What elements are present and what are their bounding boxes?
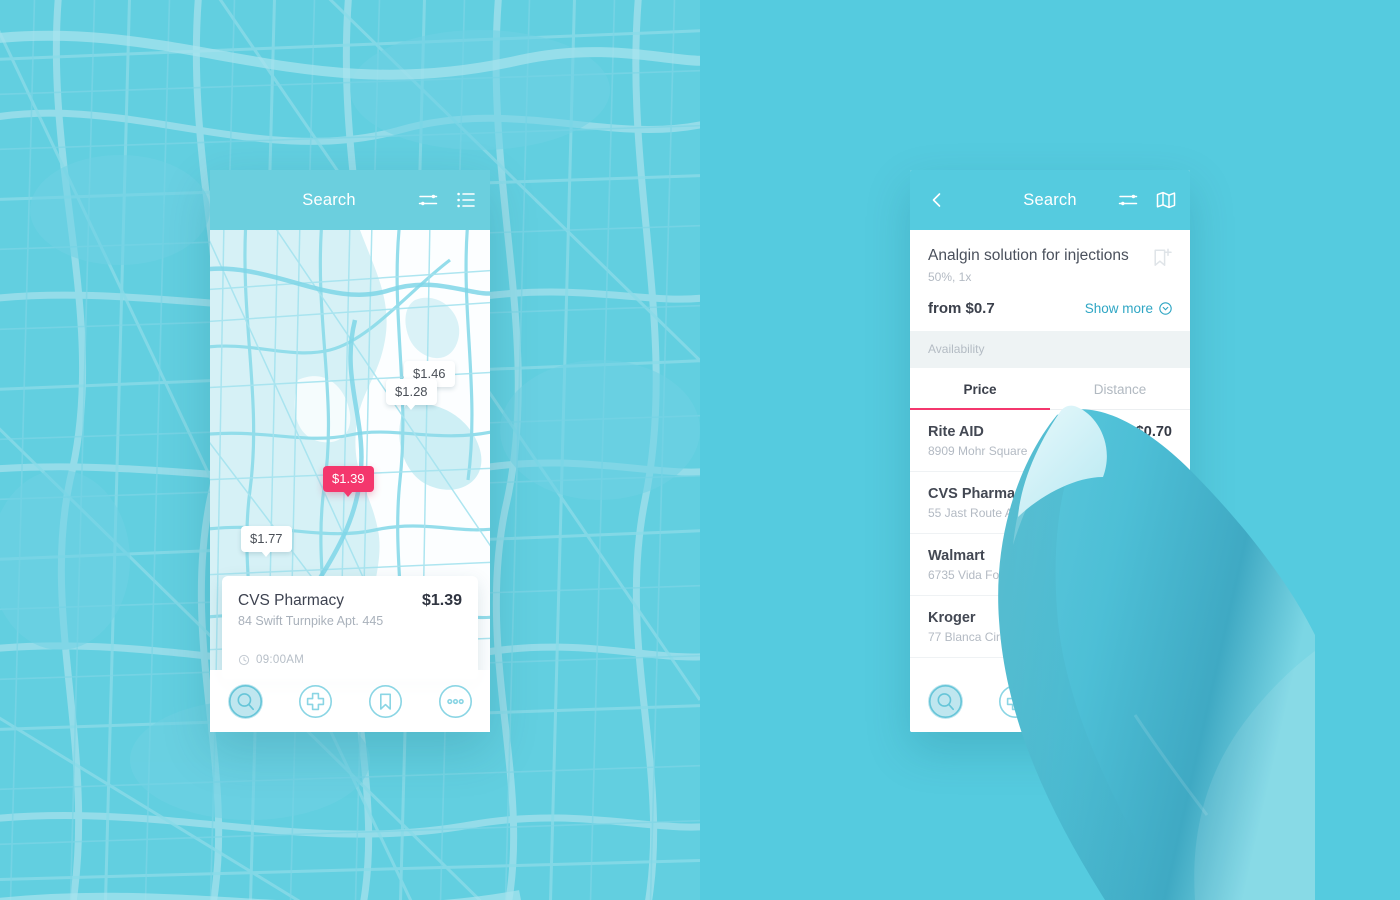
right-bottom-nav [910, 670, 1190, 732]
nav-bookmark-button[interactable] [368, 684, 402, 718]
tab-price-label: Price [963, 382, 997, 398]
tab-active-indicator [910, 408, 1050, 411]
detail-store-address: 84 Swift Turnpike Apt. 445 [238, 614, 384, 628]
nav-pharmacy-button[interactable] [298, 684, 332, 718]
map-pin[interactable]: $1.28 [386, 379, 437, 410]
chevron-left-icon[interactable] [928, 191, 946, 209]
store-price: $0.70 [1135, 424, 1172, 441]
right-phone-mockup: Search Analgin solution for injections 5… [910, 170, 1190, 732]
chevron-down-circle-icon [1159, 302, 1172, 316]
show-more-button[interactable]: Show more [1085, 301, 1172, 316]
product-name: Analgin solution for injections [928, 247, 1129, 264]
map-pin-label: $1.39 [332, 471, 365, 486]
right-header: Search [910, 170, 1190, 230]
tab-price[interactable]: Price [910, 368, 1050, 410]
detail-store-time: 09:00AM [256, 654, 305, 666]
table-row[interactable]: CVS Pharmacy 55 Jast Route Apt. 498 [910, 472, 1190, 535]
store-address: 6735 Vida Forest [928, 568, 1020, 583]
show-more-label: Show more [1084, 301, 1153, 317]
map-pin-selected[interactable]: $1.39 [323, 466, 374, 497]
bookmark-add-icon[interactable] [1154, 248, 1172, 268]
store-detail-card[interactable]: CVS Pharmacy $1.39 84 Swift Turnpike Apt… [222, 576, 478, 680]
availability-section-label: Availability [910, 331, 1190, 369]
nav-bookmark-button[interactable] [1068, 684, 1102, 718]
table-row[interactable]: Walmart 6735 Vida Forest [910, 534, 1190, 597]
nav-search-button[interactable] [227, 683, 263, 719]
sliders-icon[interactable] [1118, 190, 1138, 210]
nav-pharmacy-button[interactable] [998, 684, 1032, 718]
store-name: Walmart [928, 548, 985, 565]
left-header: Search [210, 170, 490, 230]
map-pin[interactable]: $1.77 [241, 526, 292, 557]
store-name: Kroger [928, 610, 976, 627]
detail-store-name: CVS Pharmacy [238, 592, 344, 609]
nav-search-button[interactable] [927, 683, 963, 719]
store-address: 8909 Mohr Square [928, 444, 1028, 459]
table-row[interactable]: Kroger 77 Blanca Circles Suite 013 $0.9 [910, 596, 1190, 659]
product-summary: Analgin solution for injections 50%, 1x … [910, 230, 1190, 332]
availability-text: Availability [928, 342, 985, 357]
sort-tabs: Price Distance [910, 368, 1190, 411]
detail-store-price: $1.39 [421, 592, 462, 609]
map-pin-label: $1.28 [395, 384, 428, 399]
store-name: CVS Pharmacy [928, 486, 1032, 503]
product-dosage: 50%, 1x [928, 270, 972, 285]
tab-distance-label: Distance [1093, 382, 1147, 398]
map-icon[interactable] [1156, 190, 1176, 210]
nav-more-button[interactable] [438, 684, 472, 718]
clock-icon [238, 654, 250, 666]
left-phone-mockup: Search $1.46 $1.28 $1.39 $1.77 CVS Pharm… [210, 170, 490, 732]
store-address: 55 Jast Route Apt. 498 [928, 506, 1050, 521]
nav-more-button[interactable] [1138, 684, 1172, 718]
store-price: $0.9 [1143, 610, 1172, 627]
store-address: 77 Blanca Circles Suite 013 [928, 630, 1076, 645]
product-from-price: from $0.7 [928, 300, 995, 318]
sliders-icon[interactable] [418, 190, 438, 210]
map-pin-label: $1.77 [250, 531, 283, 546]
list-icon[interactable] [456, 190, 476, 210]
store-name: Rite AID [928, 424, 984, 441]
tab-distance[interactable]: Distance [1050, 368, 1190, 410]
table-row[interactable]: Rite AID 8909 Mohr Square $0.70 [910, 410, 1190, 473]
store-list: Rite AID 8909 Mohr Square $0.70 CVS Phar… [910, 410, 1190, 659]
left-bottom-nav [210, 670, 490, 732]
